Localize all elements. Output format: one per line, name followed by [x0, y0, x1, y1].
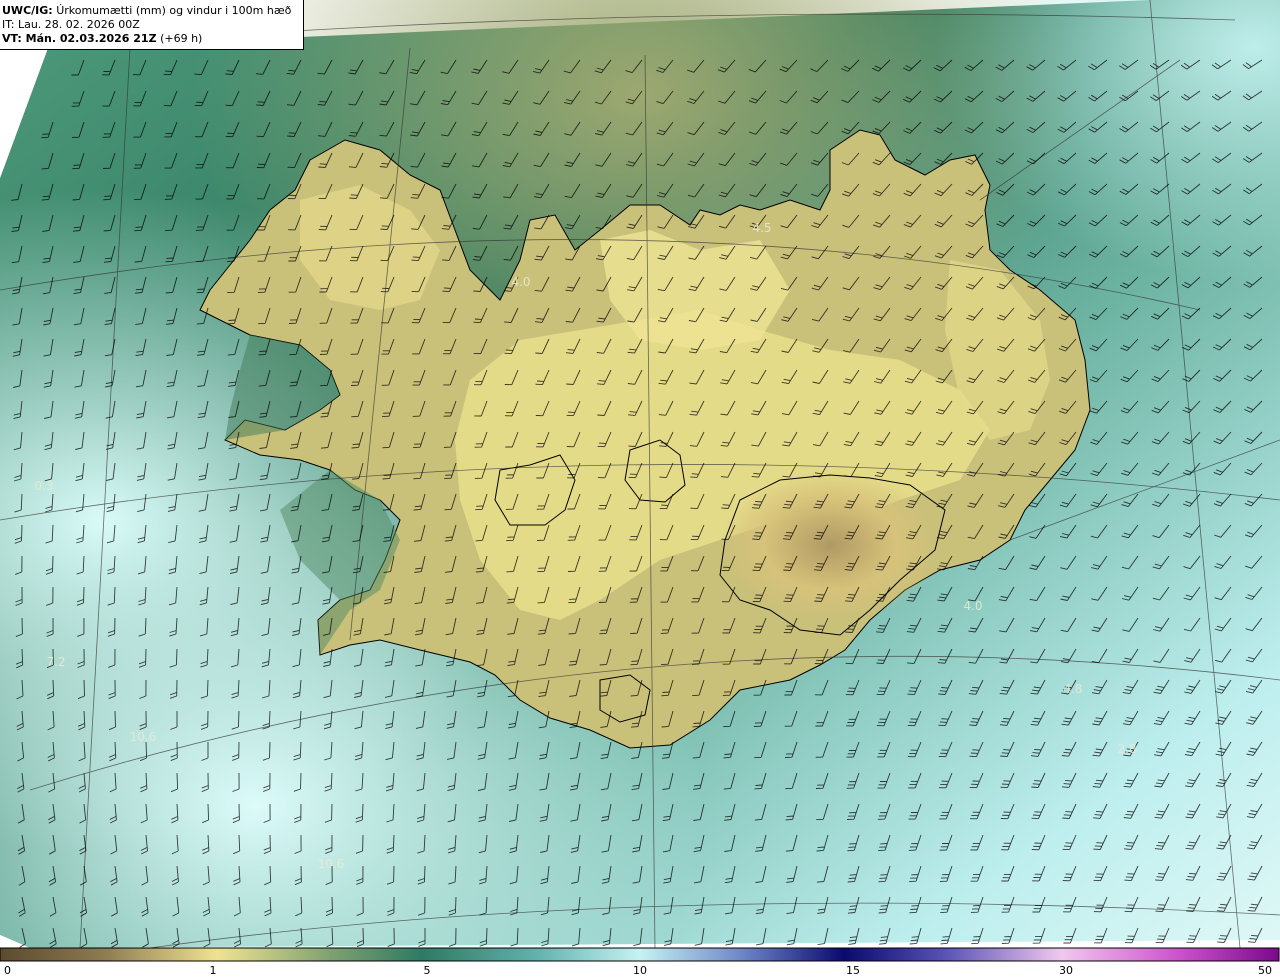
lead-time: (+69 h) — [160, 32, 203, 45]
map-value: 4.8 — [1063, 682, 1082, 696]
colorbar-tick-label: 1 — [210, 964, 217, 977]
header-title-line: UWC/IG: Úrkomumætti (mm) og vindur i 100… — [2, 4, 303, 18]
colorbar: 0 1 5 10 15 30 50 — [0, 947, 1280, 977]
map-value: 2.8 — [1117, 742, 1136, 756]
vatnajokull — [720, 470, 940, 620]
colorbar-gradient — [0, 947, 1280, 962]
model-name: UWC/IG: — [2, 4, 53, 17]
colorbar-ticks: 0 1 5 10 15 30 50 — [4, 964, 1272, 977]
colorbar-tick-label: 5 — [424, 964, 431, 977]
forecast-map: 4.5 4.0 0.3 7.2 10.6 10.6 4.0 4.8 2.8 0 1… — [0, 0, 1280, 977]
colorbar-tick-label: 30 — [1059, 964, 1073, 977]
map-header: UWC/IG: Úrkomumætti (mm) og vindur i 100… — [0, 0, 304, 50]
map-value: 10.6 — [130, 730, 157, 744]
valid-time-line: VT: Mán. 02.03.2026 21Z (+69 h) — [2, 32, 303, 46]
map-value: 0.3 — [34, 479, 53, 493]
map-value: 4.5 — [752, 221, 771, 235]
colorbar-tick-label: 10 — [633, 964, 647, 977]
init-time: IT: Lau. 28. 02. 2026 00Z — [2, 18, 140, 31]
colorbar-tick-label: 0 — [4, 964, 11, 977]
map-value: 4.0 — [963, 599, 982, 613]
map-value: 7.2 — [46, 655, 65, 669]
map-value: 10.6 — [318, 857, 345, 871]
map-value: 4.0 — [511, 275, 530, 289]
colorbar-tick-label: 15 — [846, 964, 860, 977]
field-description: Úrkomumætti (mm) og vindur i 100m hæð — [56, 4, 292, 17]
colorbar-tick-label: 50 — [1258, 964, 1272, 977]
valid-time: VT: Mán. 02.03.2026 21Z — [2, 32, 157, 45]
